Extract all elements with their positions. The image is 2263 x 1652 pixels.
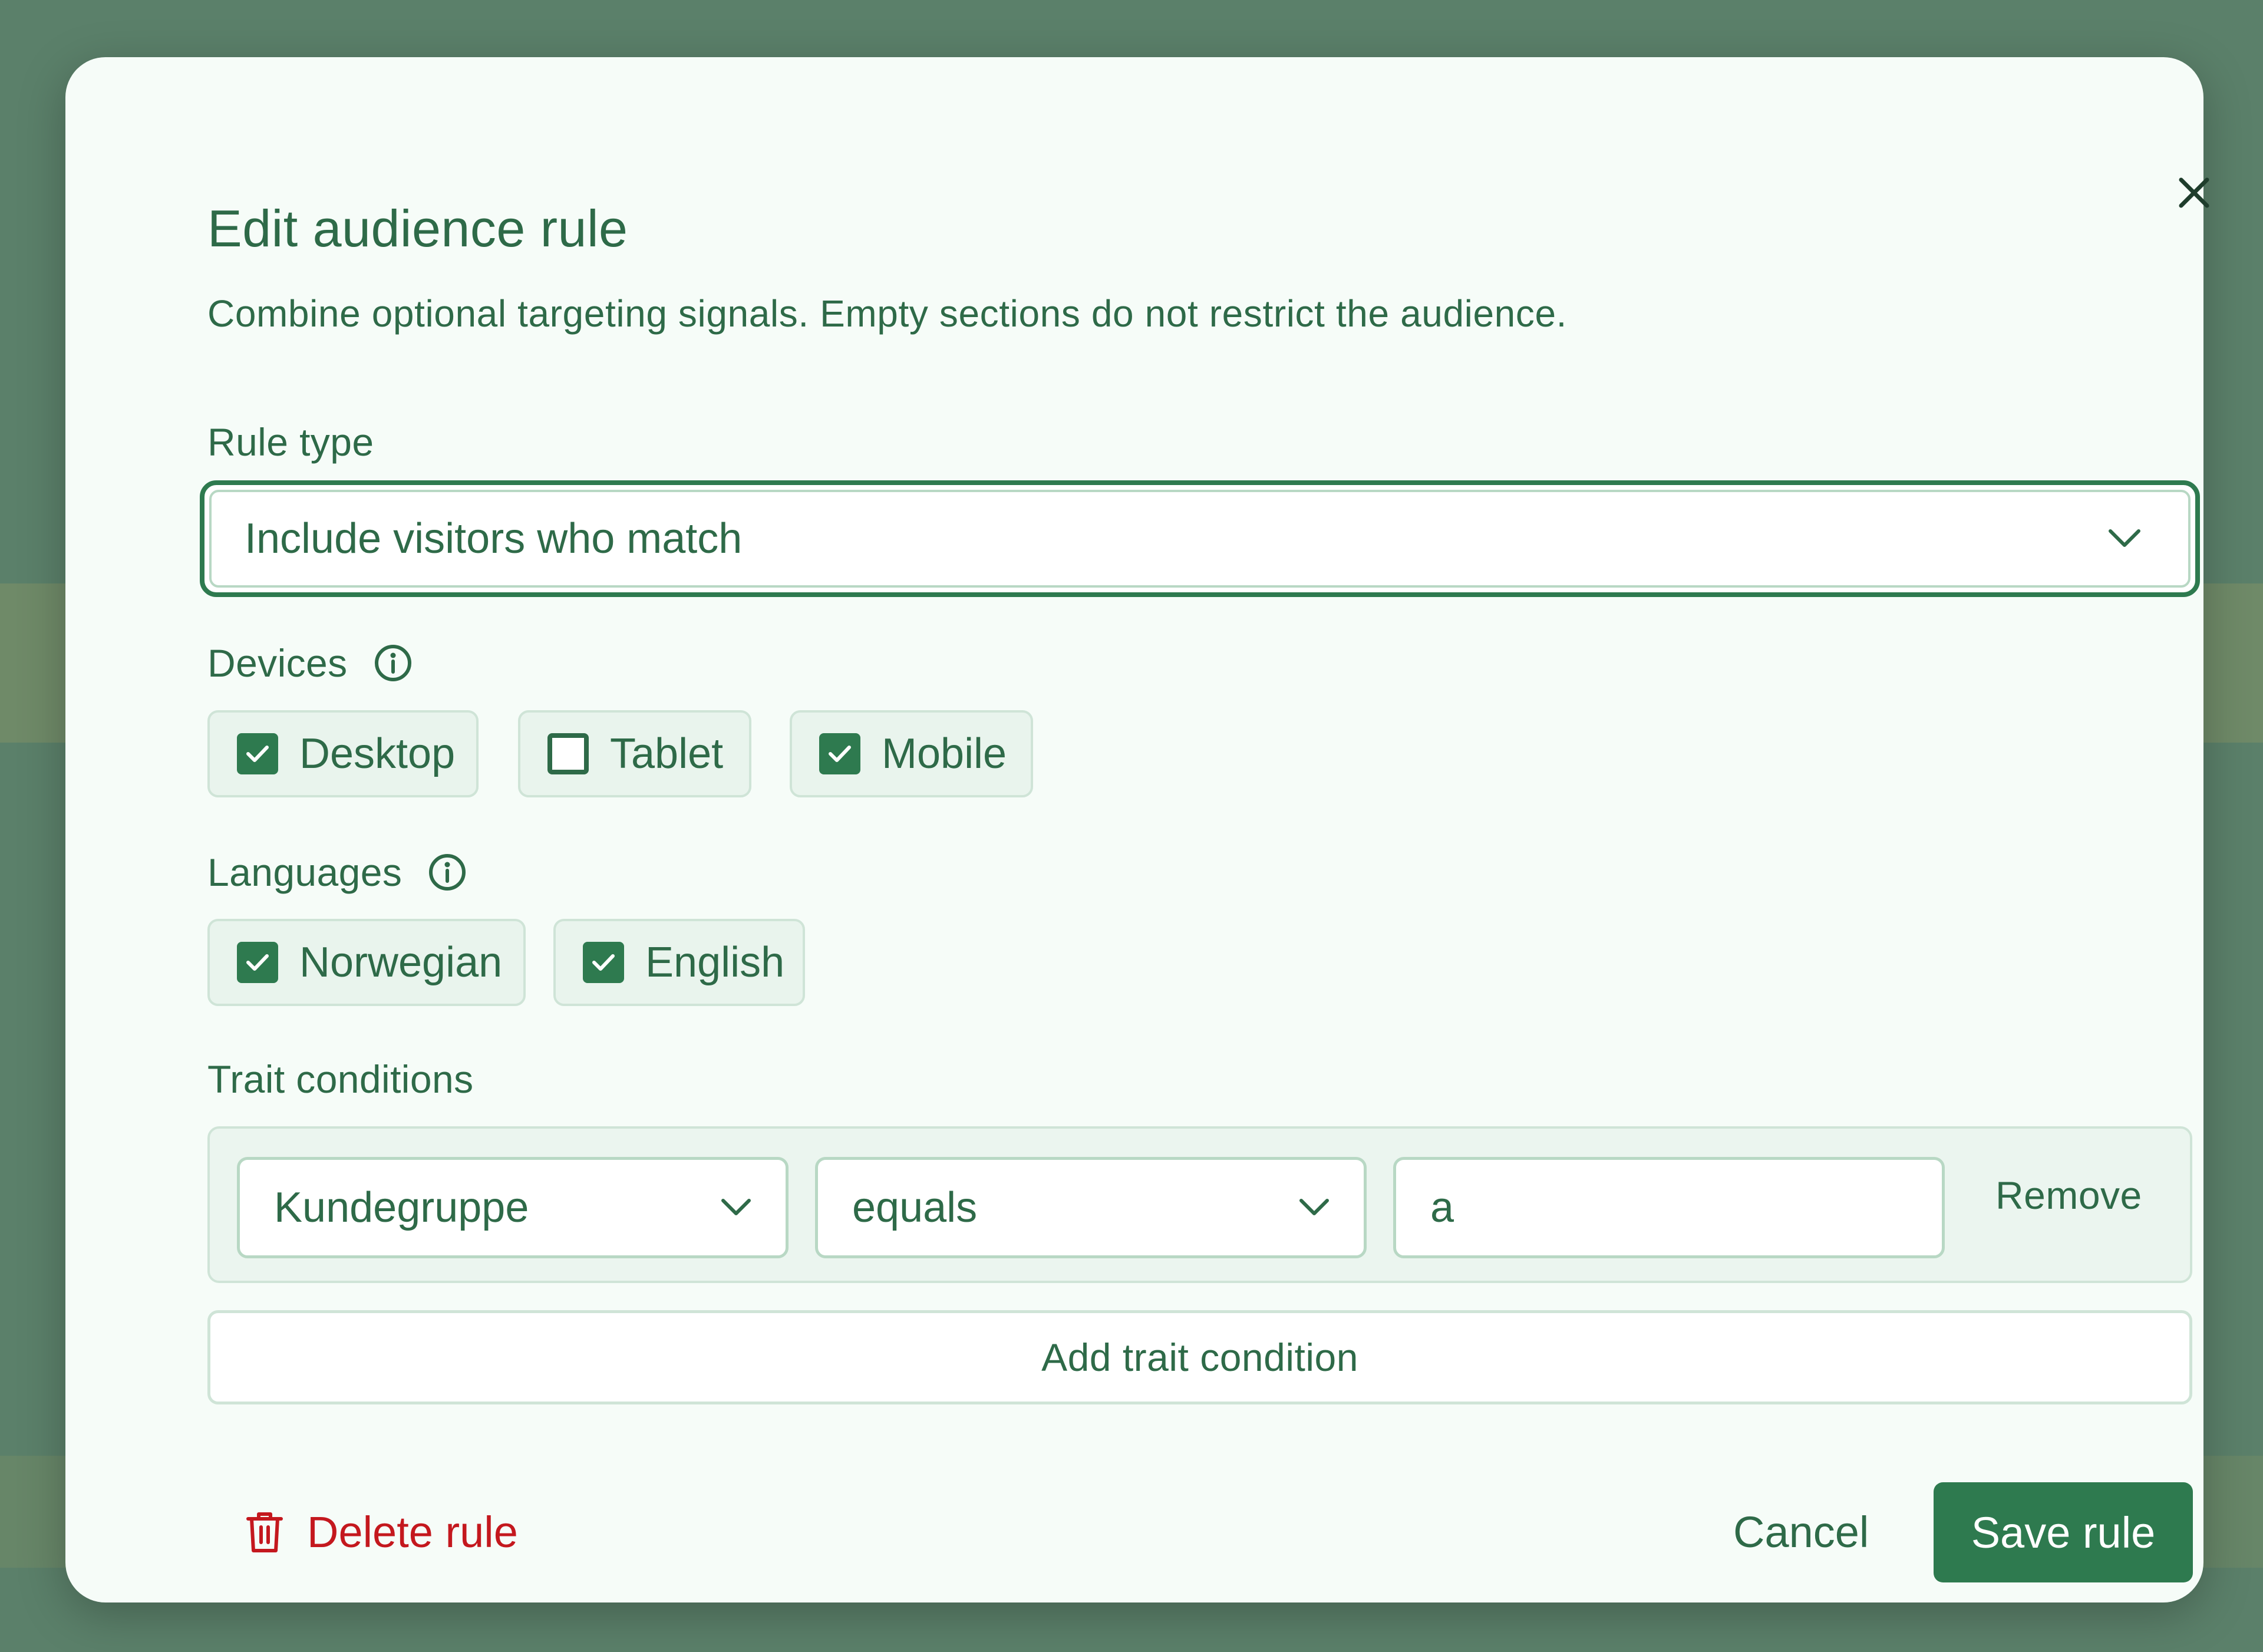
chevron-down-icon bbox=[721, 1199, 751, 1215]
device-option-label: Mobile bbox=[882, 730, 1007, 777]
edit-rule-dialog: Edit audience rule Combine optional targ… bbox=[65, 57, 2209, 1602]
chevron-down-icon bbox=[2109, 529, 2140, 547]
info-icon[interactable] bbox=[372, 642, 414, 684]
tablet-checkbox[interactable] bbox=[547, 733, 589, 774]
device-option-tablet[interactable]: Tablet bbox=[518, 710, 751, 797]
rule-type-select[interactable]: Include visitors who match bbox=[200, 480, 2200, 597]
devices-label-text: Devices bbox=[207, 641, 348, 685]
language-option-label: English bbox=[645, 939, 785, 986]
rule-type-value: Include visitors who match bbox=[245, 515, 743, 562]
dialog-title: Edit audience rule bbox=[207, 199, 628, 258]
operator-select[interactable]: equals bbox=[815, 1157, 1367, 1258]
language-option-label: Norwegian bbox=[299, 939, 503, 986]
device-option-label: Desktop bbox=[299, 730, 456, 777]
delete-rule-label: Delete rule bbox=[307, 1508, 518, 1557]
trait-value-input[interactable]: a bbox=[1393, 1157, 1945, 1258]
trash-icon bbox=[246, 1512, 283, 1552]
close-button[interactable] bbox=[2170, 169, 2218, 216]
remove-condition-button[interactable]: Remove bbox=[1995, 1173, 2142, 1218]
device-option-mobile[interactable]: Mobile bbox=[790, 710, 1033, 797]
delete-rule-button[interactable]: Delete rule bbox=[246, 1507, 518, 1557]
languages-label: Languages bbox=[207, 850, 468, 895]
desktop-checkbox[interactable] bbox=[237, 733, 278, 774]
devices-label: Devices bbox=[207, 641, 414, 685]
device-option-label: Tablet bbox=[610, 730, 724, 777]
chevron-down-icon bbox=[1299, 1199, 1329, 1215]
info-icon[interactable] bbox=[427, 852, 468, 893]
check-icon bbox=[829, 746, 851, 762]
cancel-button[interactable]: Cancel bbox=[1733, 1507, 1869, 1557]
check-icon bbox=[592, 954, 615, 971]
languages-label-text: Languages bbox=[207, 850, 403, 894]
trait-select[interactable]: Kundegruppe bbox=[237, 1157, 789, 1258]
rule-type-label-text: Rule type bbox=[207, 420, 374, 464]
rule-type-label: Rule type bbox=[207, 420, 374, 464]
norwegian-checkbox[interactable] bbox=[237, 942, 278, 983]
english-checkbox[interactable] bbox=[583, 942, 624, 983]
operator-value: equals bbox=[852, 1184, 978, 1231]
dialog-subtitle: Combine optional targeting signals. Empt… bbox=[207, 292, 1568, 335]
language-option-norwegian[interactable]: Norwegian bbox=[207, 919, 526, 1006]
trait-value-text: a bbox=[1430, 1184, 1454, 1231]
check-icon bbox=[246, 954, 269, 971]
check-icon bbox=[246, 746, 269, 762]
trait-condition-row: Kundegruppe equals a Remove bbox=[207, 1126, 2192, 1283]
add-trait-condition-button[interactable]: Add trait condition bbox=[207, 1310, 2192, 1404]
trait-value: Kundegruppe bbox=[274, 1184, 529, 1231]
language-option-english[interactable]: English bbox=[553, 919, 805, 1006]
trait-conditions-label: Trait conditions bbox=[207, 1057, 473, 1102]
device-option-desktop[interactable]: Desktop bbox=[207, 710, 479, 797]
close-icon bbox=[2179, 177, 2209, 208]
save-rule-button[interactable]: Save rule bbox=[1934, 1482, 2193, 1582]
trait-conditions-label-text: Trait conditions bbox=[207, 1057, 474, 1101]
mobile-checkbox[interactable] bbox=[819, 733, 860, 774]
